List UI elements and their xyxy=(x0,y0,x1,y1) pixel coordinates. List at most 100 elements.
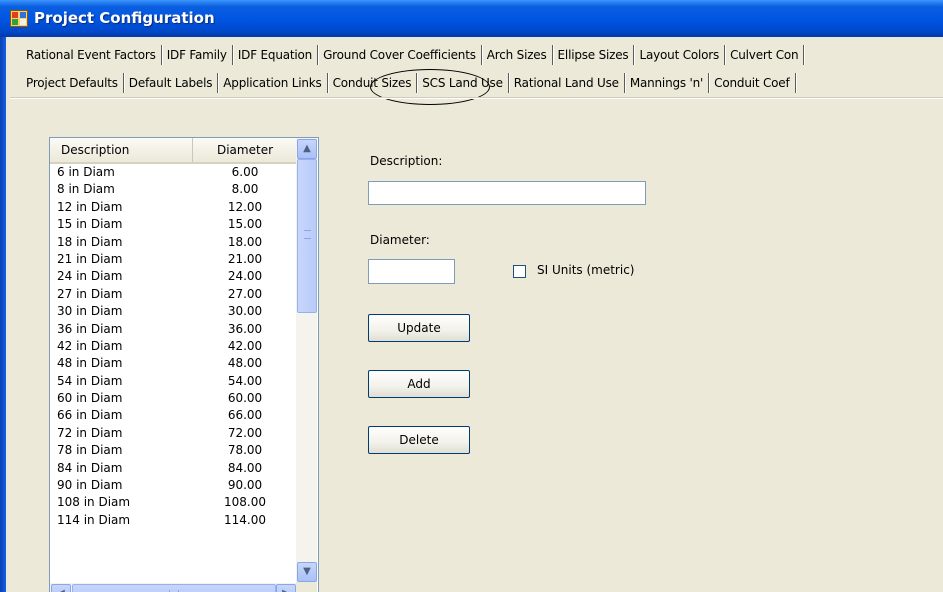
tab-ground-cover-coefficients[interactable]: Ground Cover Coefficients xyxy=(318,45,482,65)
scrollbar-corner xyxy=(296,582,317,592)
column-header-diameter[interactable]: Diameter xyxy=(194,138,296,162)
list-item-diameter: 8.00 xyxy=(231,182,259,197)
description-label: Description: xyxy=(370,154,443,168)
list-item-description: 24 in Diam xyxy=(57,269,123,284)
horizontal-scrollbar[interactable]: ◀ ▶ xyxy=(50,583,317,592)
tab-culvert-con[interactable]: Culvert Con xyxy=(725,45,805,65)
horizontal-scroll-thumb[interactable] xyxy=(72,584,276,592)
list-item[interactable]: 72 in Diam 72.00 xyxy=(50,425,296,442)
list-item-diameter: 84.00 xyxy=(227,460,263,475)
list-item-description: 36 in Diam xyxy=(57,321,123,336)
tab-row-upper: Rational Event Factors IDF Family IDF Equa… xyxy=(21,45,805,67)
list-item-diameter: 72.00 xyxy=(227,425,263,440)
list-item-description: 15 in Diam xyxy=(57,217,123,232)
window-title: Project Configuration xyxy=(34,9,215,27)
title-bar[interactable]: Project Configuration xyxy=(0,0,943,37)
tab-layout-colors[interactable]: Layout Colors xyxy=(634,45,726,65)
list-item-diameter: 21.00 xyxy=(227,251,263,266)
list-item-description: 66 in Diam xyxy=(57,408,123,423)
list-item[interactable]: 24 in Diam 24.00 xyxy=(50,268,296,285)
tab-conduit-coef[interactable]: Conduit Coef xyxy=(709,73,796,93)
list-item[interactable]: 36 in Diam 36.00 xyxy=(50,321,296,338)
list-item[interactable]: 21 in Diam 21.00 xyxy=(50,251,296,268)
list-item[interactable]: 84 in Diam 84.00 xyxy=(50,460,296,477)
list-item-diameter: 78.00 xyxy=(227,443,263,458)
list-item-diameter: 27.00 xyxy=(227,286,263,301)
tab-project-defaults[interactable]: Project Defaults xyxy=(21,73,124,93)
list-item-diameter: 42.00 xyxy=(227,338,263,353)
conduit-sizes-list[interactable]: Description Diameter 6 in Diam 6.00 8 in D… xyxy=(49,137,319,592)
list-item[interactable]: 48 in Diam 48.00 xyxy=(50,355,296,372)
list-item-description: 6 in Diam xyxy=(57,165,115,179)
list-item-description: 78 in Diam xyxy=(57,443,123,458)
vertical-scrollbar[interactable]: ▲ ▼ xyxy=(296,138,317,582)
triangle-up-icon[interactable]: ▲ xyxy=(297,139,317,159)
list-item[interactable]: 18 in Diam 18.00 xyxy=(50,234,296,251)
list-item-description: 90 in Diam xyxy=(57,478,123,493)
list-item-description: 72 in Diam xyxy=(57,425,123,440)
list-item-description: 8 in Diam xyxy=(57,182,115,197)
list-item-description: 84 in Diam xyxy=(57,460,123,475)
tab-scs-land-use[interactable]: SCS Land Use xyxy=(417,73,509,93)
tab-application-links[interactable]: Application Links xyxy=(218,73,328,93)
list-item-description: 30 in Diam xyxy=(57,304,123,319)
list-item[interactable]: 30 in Diam 30.00 xyxy=(50,303,296,320)
add-button[interactable]: Add xyxy=(368,370,470,398)
triangle-left-icon[interactable]: ◀ xyxy=(51,584,71,592)
list-item[interactable]: 54 in Diam 54.00 xyxy=(50,373,296,390)
list-item-diameter: 6.00 xyxy=(231,165,259,179)
grip-icon xyxy=(304,230,311,239)
list-item[interactable]: 78 in Diam 78.00 xyxy=(50,442,296,459)
tab-mannings-n[interactable]: Mannings 'n' xyxy=(625,73,710,93)
delete-button[interactable]: Delete xyxy=(368,426,470,454)
list-item-description: 42 in Diam xyxy=(57,338,123,353)
list-item-diameter: 24.00 xyxy=(227,269,263,284)
vertical-scroll-thumb[interactable] xyxy=(297,159,317,313)
si-units-label[interactable]: SI Units (metric) xyxy=(537,263,634,277)
si-units-checkbox[interactable] xyxy=(513,265,526,278)
tab-conduit-sizes[interactable]: Conduit Sizes xyxy=(328,73,418,93)
tab-row-lower: Project Defaults Default Labels Applicatio… xyxy=(21,73,796,95)
list-item-diameter: 66.00 xyxy=(227,408,263,423)
description-input[interactable] xyxy=(368,181,646,205)
list-item[interactable]: 60 in Diam 60.00 xyxy=(50,390,296,407)
list-item[interactable]: 15 in Diam 15.00 xyxy=(50,216,296,233)
list-item-diameter: 18.00 xyxy=(227,234,263,249)
list-item-diameter: 54.00 xyxy=(227,373,263,388)
list-item[interactable]: 90 in Diam 90.00 xyxy=(50,477,296,494)
list-header: Description Diameter xyxy=(50,138,296,164)
tab-rational-land-use[interactable]: Rational Land Use xyxy=(509,73,625,93)
list-item[interactable]: 12 in Diam 12.00 xyxy=(50,199,296,216)
diameter-label: Diameter: xyxy=(370,233,430,247)
window-left-frame xyxy=(0,37,6,592)
list-item-description: 21 in Diam xyxy=(57,251,123,266)
list-item-description: 114 in Diam xyxy=(57,512,131,527)
column-header-description[interactable]: Description xyxy=(50,138,193,162)
diameter-input[interactable] xyxy=(368,259,455,284)
list-item[interactable]: 8 in Diam 8.00 xyxy=(50,181,296,198)
tab-ellipse-sizes[interactable]: Ellipse Sizes xyxy=(553,45,635,65)
tab-arch-sizes[interactable]: Arch Sizes xyxy=(482,45,553,65)
list-item[interactable]: 6 in Diam 6.00 xyxy=(50,164,296,181)
list-item[interactable]: 27 in Diam 27.00 xyxy=(50,286,296,303)
list-item[interactable]: 108 in Diam 108.00 xyxy=(50,494,296,511)
list-item-diameter: 114.00 xyxy=(224,512,266,527)
list-item[interactable]: 42 in Diam 42.00 xyxy=(50,338,296,355)
list-item-description: 18 in Diam xyxy=(57,234,123,249)
triangle-right-icon[interactable]: ▶ xyxy=(276,584,296,592)
list-item-description: 48 in Diam xyxy=(57,356,123,371)
list-item-description: 27 in Diam xyxy=(57,286,123,301)
list-item-diameter: 36.00 xyxy=(227,321,263,336)
tab-default-labels[interactable]: Default Labels xyxy=(124,73,219,93)
list-item[interactable]: 114 in Diam 114.00 xyxy=(50,512,296,529)
list-item-diameter: 60.00 xyxy=(227,391,263,406)
tab-rational-event-factors[interactable]: Rational Event Factors xyxy=(21,45,162,65)
list-item-diameter: 108.00 xyxy=(224,495,266,510)
list-item-diameter: 90.00 xyxy=(227,478,263,493)
tab-idf-equation[interactable]: IDF Equation xyxy=(233,45,319,65)
triangle-down-icon[interactable]: ▼ xyxy=(297,562,317,582)
tab-idf-family[interactable]: IDF Family xyxy=(162,45,233,65)
list-item[interactable]: 66 in Diam 66.00 xyxy=(50,407,296,424)
tab-panel-border xyxy=(10,97,943,99)
update-button[interactable]: Update xyxy=(368,314,470,342)
